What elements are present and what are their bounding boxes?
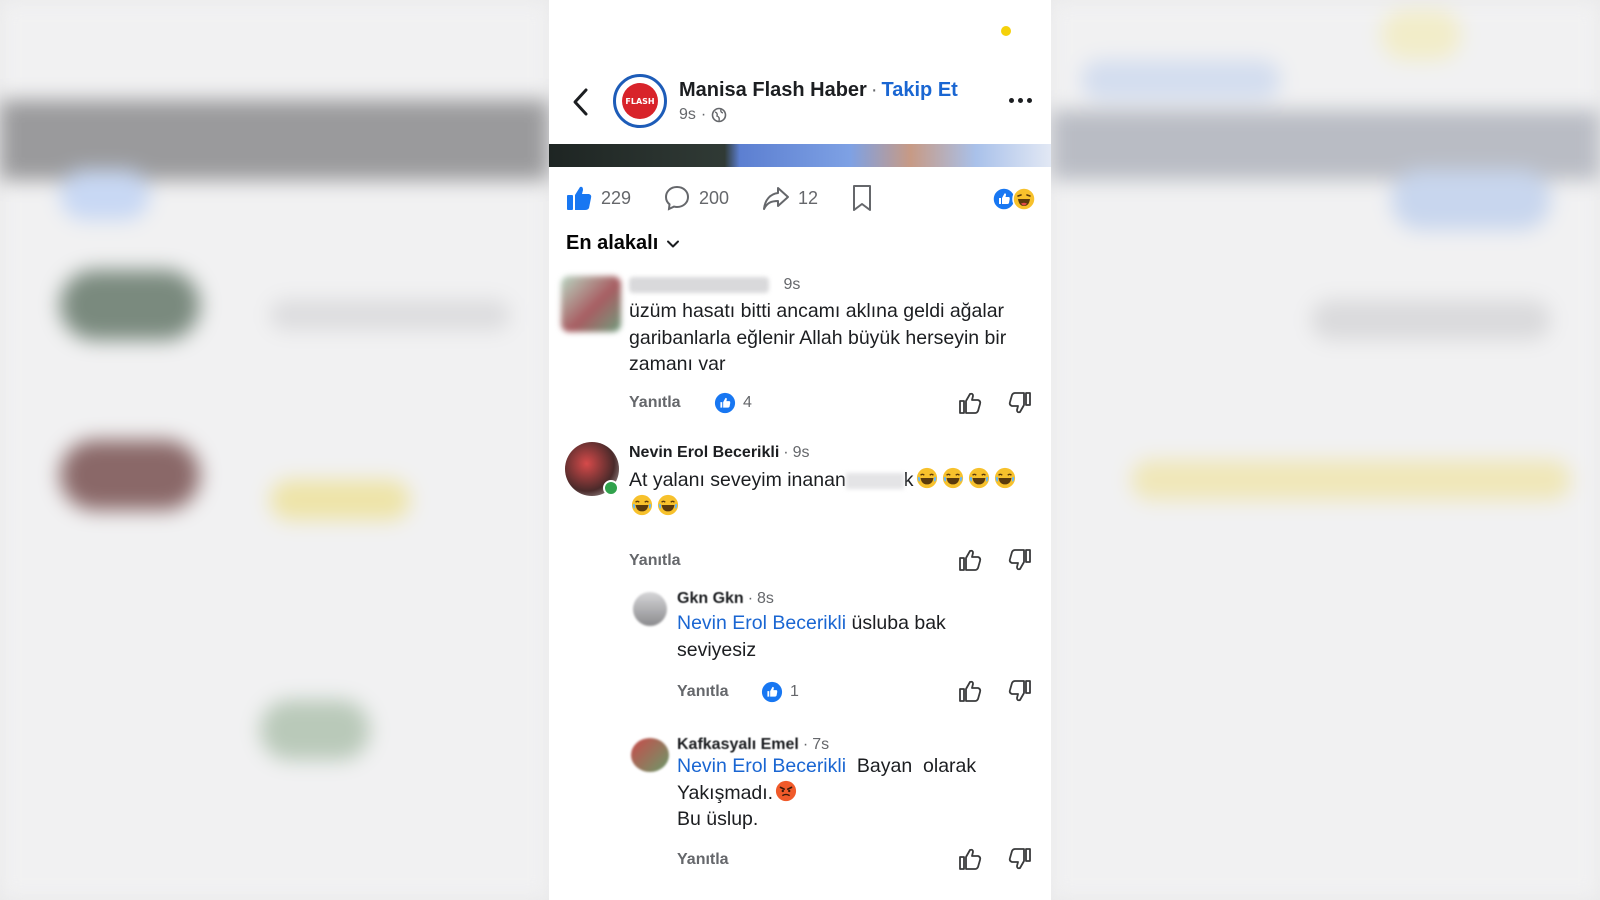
post-actions-bar: 229 200 12 [549,178,1051,218]
comment-time: 9s [783,276,801,293]
comment-button[interactable]: 200 [663,178,729,218]
author-name-redacted [629,276,769,293]
page-avatar-logo-text: FLASH [625,96,655,106]
comment-item: 9s üzüm hasatı bitti ancamı aklına geldi… [549,270,1051,430]
like-count-value: 4 [743,394,752,411]
reply-item: Gkn Gkn · 8s Nevin Erol Becerikli üsluba b… [549,590,1051,725]
downvote-button[interactable] [1007,678,1033,704]
phone-screen: FLASH Manisa Flash Haber · Takip Et 9s · 2… [549,0,1051,900]
post-meta: 9s · [679,106,727,124]
laughing-emoji-icon [942,467,963,489]
like-button[interactable]: 229 [565,178,631,218]
author-name[interactable]: Nevin Erol Becerikli [629,444,779,461]
share-count: 12 [798,187,819,208]
globe-icon [711,107,727,123]
laughing-emoji-icon [916,467,937,489]
comment-line-2: Yakışmadı. [677,781,774,804]
laughing-emoji-icon [968,467,989,489]
sort-label: En alakalı [566,232,659,254]
comment-author-row: Kafkasyalı Emel · 7s [677,736,830,753]
thumbs-down-icon [1008,848,1031,870]
share-button[interactable]: 12 [762,178,818,218]
downvote-button[interactable] [1007,846,1033,872]
comment-text: Nevin Erol Becerikli üsluba bak seviyesi… [677,610,967,663]
avatar[interactable] [561,276,621,332]
like-count: 229 [601,187,632,208]
page-title-row: Manisa Flash Haber · Takip Et [679,79,958,101]
comment-time: 8s [757,590,774,607]
reply-button[interactable]: Yanıtla [629,552,681,570]
mention-link[interactable]: Nevin Erol Becerikli [677,755,846,777]
follow-button[interactable]: Takip Et [882,79,958,101]
online-status-indicator [603,480,619,496]
comment-text: üzüm hasatı bitti ancamı aklına geldi ağ… [629,300,1007,375]
chevron-left-icon [573,88,588,116]
laughing-emoji-icon [631,494,653,515]
reply-item: Kafkasyalı Emel · 7s Nevin Erol Becerikli … [549,736,1051,900]
share-arrow-icon [763,187,789,210]
comment-sort-dropdown[interactable]: En alakalı [566,232,680,255]
comment-text: Nevin Erol Becerikli Bayan olarak Yakışm… [677,753,1017,833]
post-header: FLASH Manisa Flash Haber · Takip Et 9s · [549,62,1051,144]
like-reaction-icon [714,392,736,414]
haha-reaction-icon [1012,187,1036,211]
page-name[interactable]: Manisa Flash Haber [679,79,867,101]
blurred-background-right [1051,0,1600,900]
comment-author-row: Gkn Gkn · 8s [677,590,774,607]
author-name[interactable]: Gkn Gkn [677,590,744,607]
author-name[interactable]: Kafkasyalı Emel [677,736,799,753]
angry-emoji-icon [776,780,797,801]
comment-like-count[interactable]: 1 [761,681,799,703]
status-indicator [1001,26,1011,36]
thumbs-up-icon [959,680,982,702]
comment-item: Nevin Erol Becerikli · 9s At yalanı seveyi… [549,440,1051,580]
reply-button[interactable]: Yanıtla [677,683,729,701]
upvote-button[interactable] [957,547,983,573]
like-count-value: 1 [790,683,799,700]
comment-like-count[interactable]: 4 [714,392,752,414]
comment-count: 200 [699,187,730,208]
page-avatar[interactable]: FLASH [613,74,667,128]
comment-author-row: 9s [629,276,800,294]
reply-button[interactable]: Yanıtla [677,851,729,869]
mention-link[interactable]: Nevin Erol Becerikli [677,612,846,634]
comment-author-row: Nevin Erol Becerikli · 9s [629,444,810,461]
post-time: 9s [679,106,696,123]
thumbs-down-icon [1008,392,1031,414]
comment-text-start: At yalanı seveyim inanan [629,469,846,491]
reactions-summary[interactable] [992,187,1038,211]
upvote-button[interactable] [957,390,983,416]
downvote-button[interactable] [1007,390,1033,416]
avatar[interactable] [631,738,669,772]
comment-time: 9s [792,444,810,461]
chevron-down-icon [667,240,680,247]
comment-time: 7s [812,736,830,753]
downvote-button[interactable] [1007,547,1033,573]
post-image-bottom[interactable] [549,144,1051,167]
blurred-background-left [0,0,549,900]
like-reaction-icon [761,681,783,703]
thumbs-up-icon [959,392,982,414]
reply-button[interactable]: Yanıtla [629,394,681,412]
upvote-button[interactable] [957,678,983,704]
back-button[interactable] [569,86,593,118]
bookmark-icon [853,185,871,211]
save-button[interactable] [849,178,875,218]
thumbs-up-icon [959,549,982,571]
comment-bubble-icon [664,185,690,211]
thumbs-down-icon [1008,680,1031,702]
thumbs-down-icon [1008,549,1031,571]
thumbs-up-icon [959,848,982,870]
laughing-emoji-icon [657,494,679,515]
more-options-button[interactable] [1005,90,1035,110]
upvote-button[interactable] [957,846,983,872]
comment-text: At yalanı seveyim inanan k [629,467,1039,520]
comment-line-1: Bayan olarak [856,755,977,777]
comment-text-end: k [903,469,914,491]
comment-line-3: Bu üslup. [677,808,759,830]
laughing-emoji-icon [994,467,1015,489]
redacted-word [845,472,904,489]
thumbs-up-filled-icon [567,186,592,210]
avatar[interactable] [633,592,667,626]
